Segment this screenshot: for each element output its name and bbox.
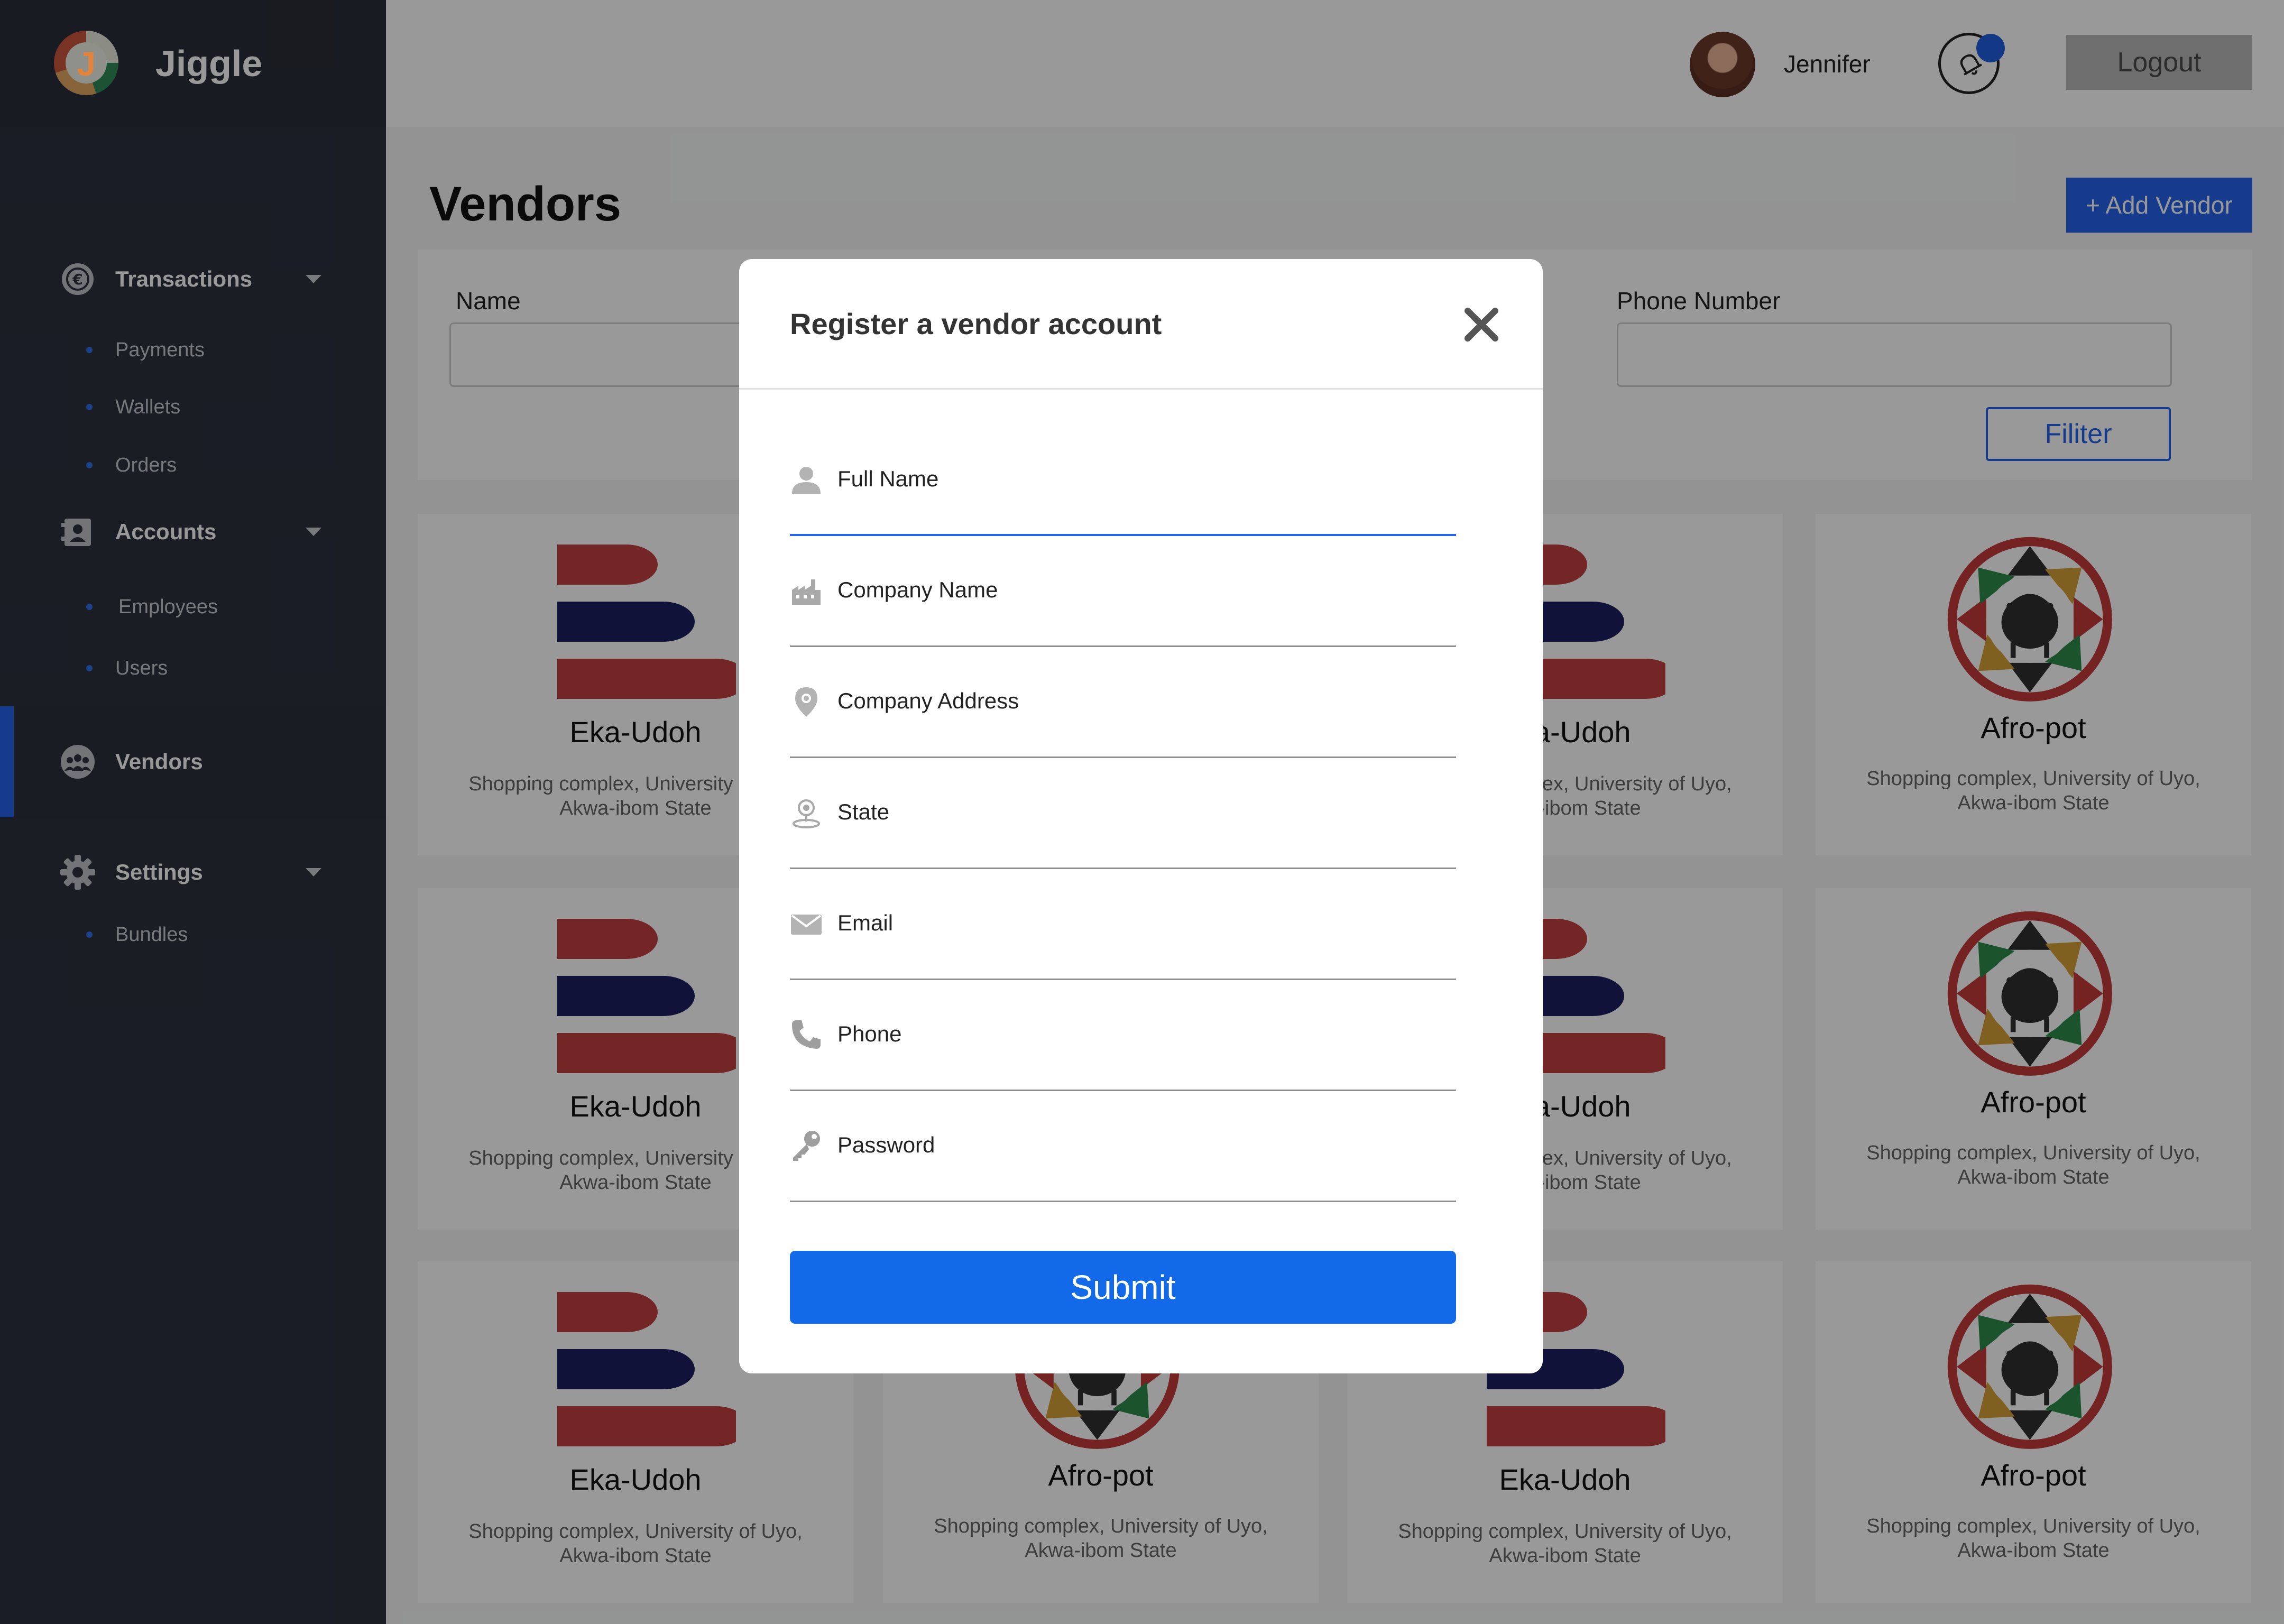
state-input[interactable] [790, 834, 1456, 869]
close-icon[interactable] [1459, 302, 1504, 347]
field-label: Full Name [837, 466, 939, 491]
company-name-field: Company Name [790, 537, 1456, 648]
field-label: Email [837, 910, 894, 935]
register-vendor-modal: Register a vendor account Full Name Comp… [739, 259, 1543, 1373]
envelope-icon [791, 915, 822, 935]
submit-button[interactable]: Submit [790, 1251, 1456, 1324]
state-field: State [790, 759, 1456, 870]
person-icon [792, 467, 821, 494]
email-input[interactable] [790, 945, 1456, 980]
full-name-input[interactable] [790, 501, 1456, 536]
full-name-field: Full Name [790, 426, 1456, 537]
location-pin-icon [795, 687, 817, 717]
field-label: Company Address [837, 688, 1019, 713]
phone-field: Phone [790, 981, 1456, 1092]
company-address-input[interactable] [790, 723, 1456, 758]
factory-icon [792, 579, 821, 605]
field-label: State [837, 799, 890, 824]
key-icon [793, 1131, 820, 1161]
field-label: Phone [837, 1021, 902, 1046]
email-field: Email [790, 870, 1456, 981]
password-field: Password [790, 1092, 1456, 1203]
field-label: Company Name [837, 577, 998, 602]
modal-title: Register a vendor account [790, 307, 1162, 340]
company-address-field: Company Address [790, 648, 1456, 759]
password-input[interactable] [790, 1167, 1456, 1202]
company-name-input[interactable] [790, 612, 1456, 647]
map-marker-icon [793, 799, 820, 828]
phone-icon [792, 1020, 821, 1049]
modal-divider [739, 388, 1543, 390]
field-label: Password [837, 1132, 935, 1157]
phone-input[interactable] [790, 1056, 1456, 1091]
